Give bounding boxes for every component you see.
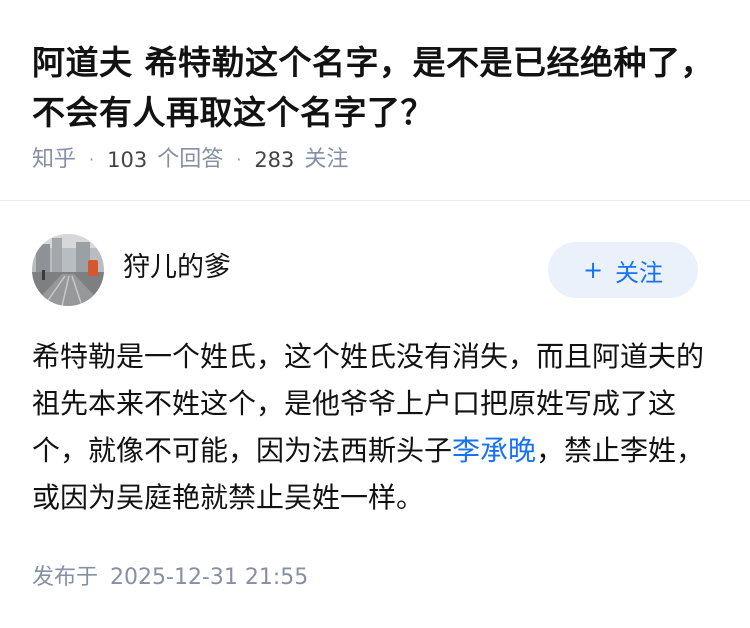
meta-separator: ·: [89, 150, 95, 169]
follow-count-label: 关注: [304, 147, 349, 172]
question-title[interactable]: 阿道夫 希特勒这个名字，是不是已经绝种了，不会有人再取这个名字了？: [32, 38, 722, 138]
publish-time: 2025-12-31 21:55: [110, 565, 309, 590]
answer-count-label: 个回答: [157, 147, 224, 172]
meta-separator: ·: [236, 150, 242, 169]
publish-info: 发布于 2025-12-31 21:55: [32, 562, 308, 594]
header-divider: [0, 200, 750, 201]
author-name[interactable]: 狩儿的爹: [123, 250, 231, 286]
follow-button[interactable]: + 关注: [548, 242, 698, 298]
publish-label: 发布于: [32, 565, 99, 590]
source-label[interactable]: 知乎: [32, 144, 76, 176]
follow-count: 283: [254, 148, 295, 172]
question-header: 阿道夫 希特勒这个名字，是不是已经绝种了，不会有人再取这个名字了？ 知乎 · 1…: [0, 0, 750, 200]
plus-icon: +: [582, 256, 604, 284]
avatar-photo: [32, 234, 104, 306]
answer-count: 103: [107, 148, 148, 172]
question-meta: 知乎 · 103 个回答 · 283 关注: [32, 144, 348, 176]
answer-page: 阿道夫 希特勒这个名字，是不是已经绝种了，不会有人再取这个名字了？ 知乎 · 1…: [0, 0, 750, 628]
avatar[interactable]: [32, 234, 104, 306]
follow-button-label: 关注: [615, 258, 664, 287]
keyword-link[interactable]: 李承晚: [452, 434, 536, 467]
answer-body: 希特勒是一个姓氏，这个姓氏没有消失，而且阿道夫的祖先本来不姓这个，是他爷爷上户口…: [32, 333, 722, 521]
